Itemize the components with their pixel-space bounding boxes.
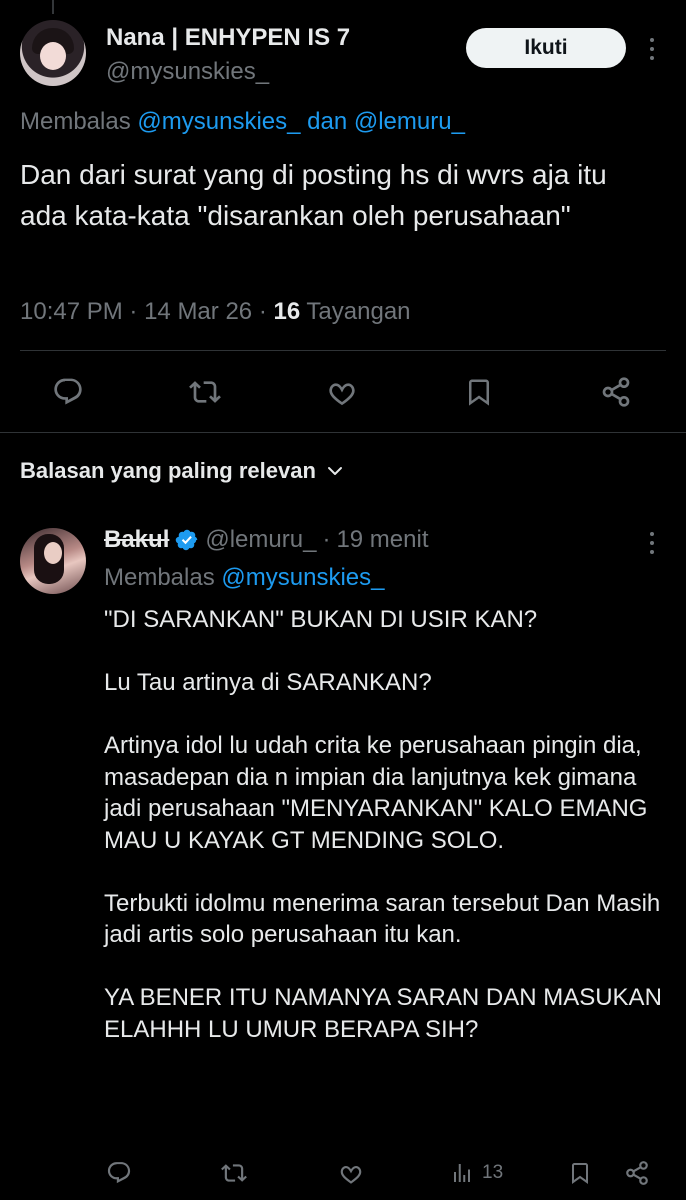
- verified-badge-icon: [176, 529, 198, 551]
- tweet-metadata: 10:47 PM · 14 Mar 26 · 16 Tayangan: [20, 298, 411, 326]
- reply-paragraph: Terbukti idolmu menerima saran tersebut …: [104, 889, 661, 949]
- views-button[interactable]: 13: [450, 1160, 503, 1186]
- share-icon[interactable]: [624, 1160, 650, 1186]
- mention-link[interactable]: @lemuru_: [354, 108, 465, 135]
- replying-to: Membalas @mysunskies_: [104, 564, 384, 592]
- tweet-time[interactable]: 10:47 PM: [20, 298, 123, 325]
- author-handle[interactable]: @mysunskies_: [106, 58, 269, 86]
- reply-header: Bakul @lemuru_ · 19 menit: [104, 526, 429, 554]
- main-tweet-header: Nana | ENHYPEN IS 7 @mysunskies_ Ikuti: [20, 20, 666, 90]
- divider: [0, 432, 686, 433]
- reply-author-name[interactable]: Bakul: [104, 526, 169, 554]
- follow-button[interactable]: Ikuti: [466, 28, 626, 68]
- views-label[interactable]: Tayangan: [306, 298, 410, 325]
- replying-to-conjunction: dan: [307, 108, 348, 135]
- more-icon[interactable]: [648, 38, 656, 60]
- chevron-down-icon: [327, 467, 342, 475]
- reply-time[interactable]: 19 menit: [336, 526, 428, 554]
- meta-separator: ·: [322, 526, 331, 553]
- reply-text: "DI SARANKAN" BUKAN DI USIR KAN? Lu Tau …: [104, 604, 670, 1045]
- reply-sort-dropdown[interactable]: Balasan yang paling relevan: [20, 458, 344, 484]
- reply-paragraph: YA BENER ITU NAMANYA SARAN DAN MASUKAN E…: [104, 984, 662, 1043]
- author-display-name[interactable]: Nana | ENHYPEN IS 7: [106, 24, 350, 52]
- tweet-date[interactable]: 14 Mar 26: [144, 298, 252, 325]
- divider: [20, 350, 666, 351]
- replying-to-prefix: Membalas: [20, 108, 131, 135]
- retweet-icon[interactable]: [188, 376, 222, 408]
- sort-label: Balasan yang paling relevan: [20, 458, 316, 483]
- heart-icon[interactable]: [338, 1160, 364, 1186]
- mention-link[interactable]: @mysunskies_: [137, 108, 300, 135]
- reply-paragraph: "DI SARANKAN" BUKAN DI USIR KAN?: [104, 606, 538, 633]
- reply-actions: 13: [0, 1156, 686, 1192]
- bookmark-icon[interactable]: [568, 1160, 592, 1186]
- retweet-icon[interactable]: [220, 1160, 248, 1186]
- replying-to: Membalas @mysunskies_ dan @lemuru_: [20, 108, 465, 136]
- reply-icon[interactable]: [52, 376, 84, 408]
- reply-avatar[interactable]: [20, 528, 86, 594]
- heart-icon[interactable]: [326, 376, 358, 408]
- share-icon[interactable]: [600, 376, 632, 408]
- reply-paragraph: Artinya idol lu udah crita ke perusahaan…: [104, 732, 648, 854]
- avatar-face: [40, 42, 66, 70]
- views-count: 13: [482, 1162, 504, 1183]
- avatar[interactable]: [20, 20, 86, 86]
- more-icon[interactable]: [648, 532, 656, 554]
- reply-icon[interactable]: [106, 1160, 132, 1186]
- replying-to-prefix: Membalas: [104, 564, 215, 591]
- tweet-text: Dan dari surat yang di posting hs di wvr…: [20, 159, 607, 231]
- avatar-face: [44, 542, 62, 564]
- mention-link[interactable]: @mysunskies_: [221, 564, 384, 591]
- tweet-actions: [0, 366, 686, 418]
- views-count: 16: [273, 298, 301, 325]
- thread-connector-line: [52, 0, 54, 14]
- bookmark-icon[interactable]: [464, 376, 494, 408]
- reply-author-handle[interactable]: @lemuru_: [205, 526, 316, 554]
- meta-separator: ·: [258, 298, 267, 325]
- meta-separator: ·: [129, 298, 138, 325]
- views-icon: [454, 1164, 470, 1182]
- reply-paragraph: Lu Tau artinya di SARANKAN?: [104, 669, 432, 696]
